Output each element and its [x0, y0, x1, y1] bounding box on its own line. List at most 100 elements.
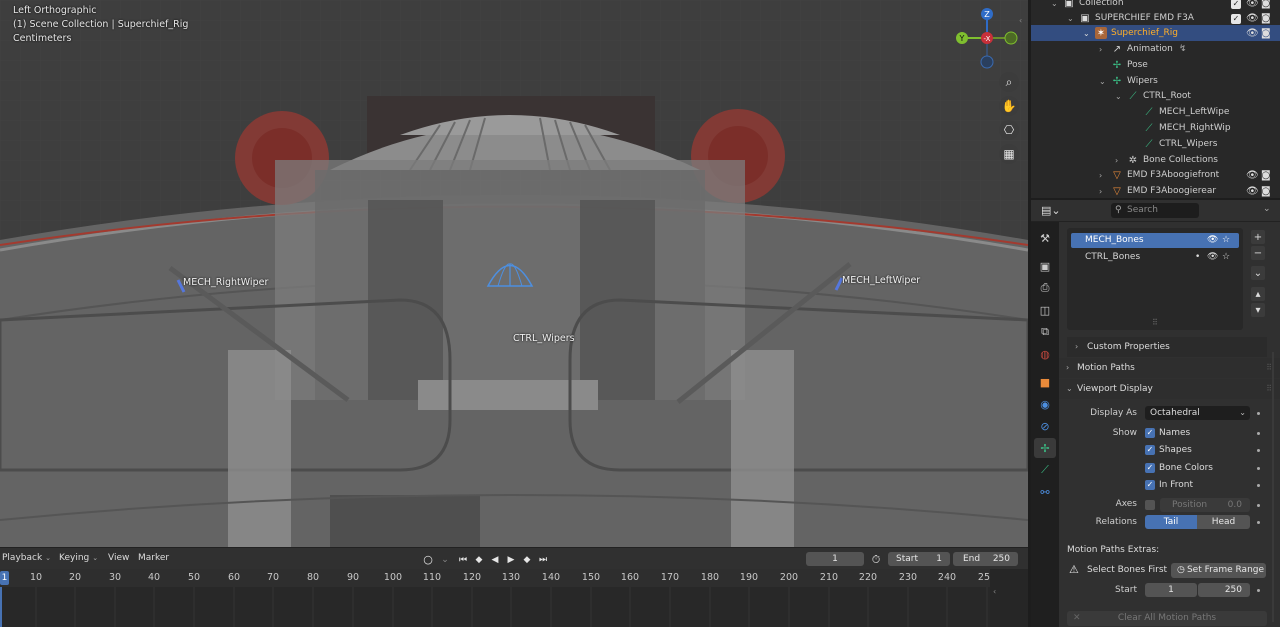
motion-paths-panel-header[interactable]: › Motion Paths ⠿ — [1059, 358, 1280, 378]
viewport-display-panel-header[interactable]: ⌄ Viewport Display ⠿ — [1059, 379, 1280, 399]
start-frame-field[interactable]: 1 — [1145, 583, 1197, 597]
camera-icon[interactable]: ◙ — [1261, 170, 1271, 181]
chevron-down-icon[interactable]: ⌄ — [1263, 204, 1271, 214]
playback-menu[interactable]: Playback ⌄ — [2, 553, 51, 563]
eye-icon[interactable]: 👁 — [1246, 170, 1259, 181]
animate-dot-icon[interactable] — [1257, 504, 1260, 507]
3d-viewport[interactable]: Z Y -X Left Orthographic (1) Scene Colle… — [0, 0, 1028, 547]
chevron-right-icon[interactable]: › — [1099, 187, 1102, 196]
names-checkbox[interactable]: ✓ Names — [1145, 427, 1190, 439]
eye-icon[interactable]: 👁 — [1207, 233, 1218, 248]
clear-all-motion-paths-button[interactable]: ✕ Clear All Motion Paths — [1067, 611, 1267, 626]
outliner-row-animation[interactable]: › ↗ Animation ↯ — [1031, 41, 1280, 57]
playhead-frame[interactable]: 1 — [0, 571, 9, 585]
search-input[interactable]: ⚲ Search — [1111, 203, 1199, 218]
eye-icon[interactable]: 👁 — [1246, 0, 1259, 9]
outliner-row-bone-collections[interactable]: › ✲ Bone Collections — [1031, 152, 1280, 168]
bone-colors-checkbox[interactable]: ✓ Bone Colors — [1145, 462, 1213, 474]
outliner-row-superchief-emd[interactable]: ⌄ ▣ SUPERCHIEF EMD F3A ✓ 👁 ◙ — [1031, 10, 1280, 26]
jump-start-icon[interactable]: ⏮ — [456, 553, 470, 567]
zoom-icon[interactable]: ⌕ — [999, 72, 1019, 92]
camera-view-icon[interactable]: ⎔ — [999, 120, 1019, 140]
pan-hand-icon[interactable]: ✋ — [999, 96, 1019, 116]
animate-dot-icon[interactable] — [1257, 467, 1260, 470]
outliner-row-superchief-rig[interactable]: ⌄ ✶ Superchief_Rig 👁 ◙ — [1031, 25, 1280, 41]
camera-icon[interactable]: ◙ — [1261, 0, 1271, 9]
animate-dot-icon[interactable] — [1257, 521, 1260, 524]
end-frame-field[interactable]: End 250 — [953, 552, 1018, 566]
chevron-left-icon[interactable]: ‹ — [993, 587, 996, 596]
shapes-checkbox[interactable]: ✓ Shapes — [1145, 444, 1192, 456]
dropdown-icon[interactable]: ⌄ — [440, 553, 450, 567]
animate-dot-icon[interactable] — [1257, 589, 1260, 592]
resize-grip-icon[interactable]: ⠿ — [1152, 318, 1158, 327]
jump-end-icon[interactable]: ⏭ — [536, 553, 550, 567]
chevron-down-icon[interactable]: ⌄ — [1051, 0, 1058, 8]
object-tab-icon[interactable]: ■ — [1034, 372, 1056, 392]
checkbox-icon[interactable]: ✓ — [1231, 13, 1241, 24]
world-tab-icon[interactable]: ◍ — [1034, 344, 1056, 364]
outliner-row-wipers[interactable]: ⌄ ✢ Wipers — [1031, 73, 1280, 89]
camera-icon[interactable]: ◙ — [1261, 13, 1271, 24]
eye-icon[interactable]: 👁 — [1246, 13, 1259, 24]
output-tab-icon[interactable]: ⎙ — [1034, 278, 1056, 298]
list-item[interactable]: MECH_Bones 👁 ☆ — [1071, 233, 1239, 248]
editor-type-icon[interactable]: ▤⌄ — [1041, 204, 1061, 217]
scene-tab-icon[interactable]: ⧉ — [1034, 322, 1056, 342]
axes-checkbox[interactable] — [1145, 500, 1155, 510]
set-frame-range-button[interactable]: ◷ Set Frame Range — [1171, 563, 1266, 578]
animate-dot-icon[interactable] — [1257, 449, 1260, 452]
checkbox-icon[interactable]: ✓ — [1231, 0, 1241, 9]
animate-dot-icon[interactable] — [1257, 432, 1260, 435]
solo-star-icon[interactable]: ☆ — [1222, 250, 1230, 265]
custom-properties-subpanel[interactable]: › Custom Properties — [1067, 337, 1267, 357]
timeline-scroll-region[interactable]: ‹ — [990, 569, 1028, 627]
grid-ortho-icon[interactable]: ▦ — [999, 144, 1019, 164]
axes-position-field[interactable]: Position 0.0 — [1160, 498, 1250, 512]
move-down-button[interactable]: ▾ — [1251, 303, 1265, 317]
display-as-dropdown[interactable]: Octahedral ⌄ — [1145, 406, 1250, 420]
chevron-down-icon[interactable]: ⌄ — [1083, 29, 1090, 38]
add-collection-button[interactable]: + — [1251, 230, 1265, 244]
outliner-row-boogie-front[interactable]: › ▽ EMD F3Aboogiefront 👁 ◙ — [1031, 167, 1280, 183]
chevron-down-icon[interactable]: ⌄ — [1067, 14, 1074, 23]
relations-head-button[interactable]: Head — [1197, 515, 1250, 529]
next-keyframe-icon[interactable]: ◆ — [520, 553, 534, 567]
end-frame-field[interactable]: 250 — [1198, 583, 1250, 597]
chevron-down-icon[interactable]: ⌄ — [1115, 92, 1122, 101]
timeline-area[interactable]: 1 10 20 30 40 50 60 70 80 90 100 110 120… — [0, 569, 1028, 627]
animate-dot-icon[interactable] — [1257, 412, 1260, 415]
marker-menu[interactable]: Marker — [138, 553, 169, 563]
move-up-button[interactable]: ▴ — [1251, 287, 1265, 301]
armature-data-tab-icon[interactable]: ✢ — [1034, 438, 1056, 458]
render-tab-icon[interactable]: ▣ — [1034, 256, 1056, 276]
sidebar-toggle-icon[interactable]: ‹ — [1019, 16, 1022, 25]
properties-scrollbar[interactable] — [1272, 352, 1274, 622]
in-front-checkbox[interactable]: ✓ In Front — [1145, 479, 1193, 491]
tool-tab-icon[interactable]: ⚒ — [1034, 228, 1056, 248]
view-layer-tab-icon[interactable]: ◫ — [1034, 300, 1056, 320]
chevron-down-icon[interactable]: ⌄ — [1099, 77, 1106, 86]
outliner-row-ctrl-wipers[interactable]: ⟋ CTRL_Wipers — [1031, 136, 1280, 152]
animate-dot-icon[interactable] — [1257, 484, 1260, 487]
physics-tab-icon[interactable]: ◉ — [1034, 394, 1056, 414]
chevron-right-icon[interactable]: › — [1099, 45, 1102, 54]
solo-star-icon[interactable]: ☆ — [1222, 233, 1230, 248]
auto-keying-icon[interactable]: ○ — [421, 553, 435, 567]
bone-tab-icon[interactable]: ⟋ — [1034, 460, 1056, 480]
view-menu[interactable]: View — [108, 553, 129, 563]
remove-collection-button[interactable]: − — [1251, 246, 1265, 260]
list-item[interactable]: CTRL_Bones • 👁 ☆ — [1071, 250, 1239, 265]
eye-icon[interactable]: 👁 — [1246, 28, 1259, 39]
constraints-tab-icon[interactable]: ⊘ — [1034, 416, 1056, 436]
camera-icon[interactable]: ◙ — [1261, 28, 1271, 39]
outliner-row-ctrl-root[interactable]: ⌄ ⟋ CTRL_Root — [1031, 88, 1280, 104]
play-reverse-icon[interactable]: ◀ — [488, 553, 502, 567]
start-frame-field[interactable]: Start 1 — [888, 552, 950, 566]
eye-icon[interactable]: 👁 — [1246, 186, 1259, 197]
relations-tail-button[interactable]: Tail — [1145, 515, 1197, 529]
collection-specials-button[interactable]: ⌄ — [1251, 266, 1265, 280]
chevron-right-icon[interactable]: › — [1099, 171, 1102, 180]
stopwatch-icon[interactable]: ⏱ — [869, 553, 883, 567]
outliner-row-boogie-rear[interactable]: › ▽ EMD F3Aboogierear 👁 ◙ — [1031, 183, 1280, 198]
